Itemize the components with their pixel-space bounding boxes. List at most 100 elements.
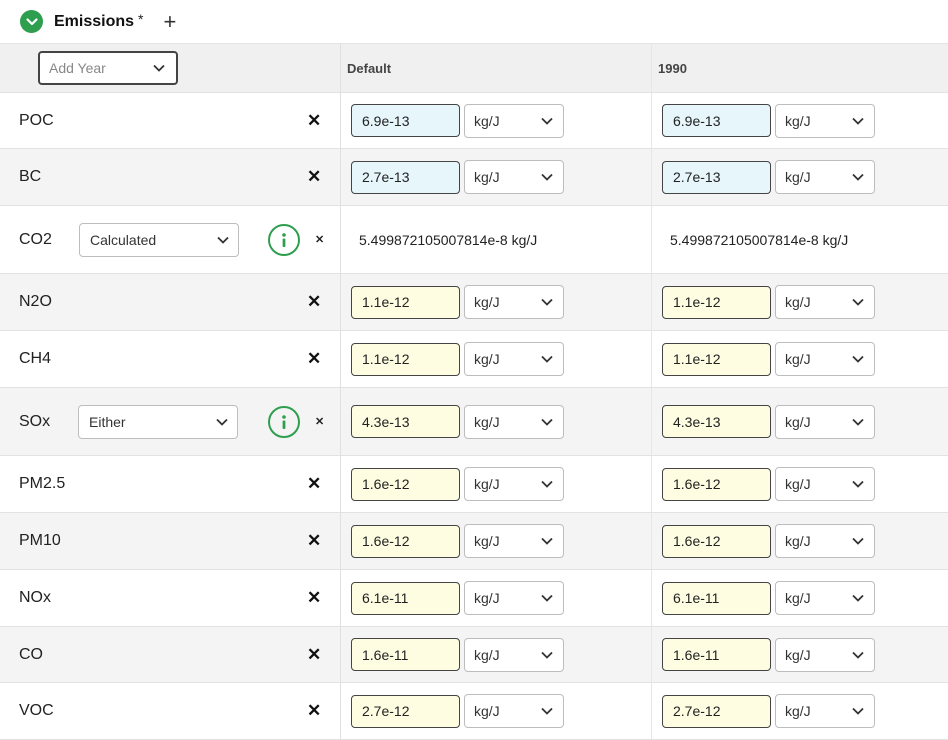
remove-nox-close-icon[interactable]: ✕ — [307, 588, 321, 608]
remove-voc-close-icon[interactable]: ✕ — [307, 701, 321, 721]
unit-select[interactable]: kg/J — [775, 467, 875, 501]
method-select-sox[interactable]: Either — [78, 404, 238, 439]
info-icon[interactable] — [268, 223, 300, 256]
value-input[interactable]: 4.3e-13 — [662, 405, 771, 438]
chevron-down-icon — [540, 479, 554, 489]
value-cell: 1.6e-12 kg/J — [341, 456, 652, 512]
unit-select[interactable]: kg/J — [775, 342, 875, 376]
chevron-down-icon — [851, 116, 865, 126]
value-input[interactable]: 2.7e-12 — [662, 694, 771, 728]
unit-select[interactable]: kg/J — [464, 404, 564, 439]
value-cell: 1.1e-12 kg/J — [341, 331, 652, 387]
unit-select[interactable]: kg/J — [775, 160, 875, 194]
remove-n2o-close-icon[interactable]: ✕ — [307, 292, 321, 312]
emission-name-cell: N2O ✕ — [0, 274, 341, 330]
value-input[interactable]: 1.6e-12 — [662, 524, 771, 558]
unit-select[interactable]: kg/J — [464, 637, 564, 672]
value-input[interactable]: 6.9e-13 — [351, 104, 460, 137]
chevron-down-icon — [851, 479, 865, 489]
value-input[interactable]: 2.7e-13 — [351, 160, 460, 194]
unit-select-value: kg/J — [474, 533, 500, 549]
unit-select[interactable]: kg/J — [464, 694, 564, 728]
value-input[interactable]: 1.1e-12 — [351, 342, 460, 376]
emission-label-co2: CO2 — [19, 230, 52, 248]
unit-select[interactable]: kg/J — [464, 160, 564, 194]
emission-name-cell: BC ✕ — [0, 149, 341, 205]
calculated-value-text: 5.499872105007814e-8 kg/J — [670, 231, 849, 248]
unit-select[interactable]: kg/J — [775, 637, 875, 672]
table-row: NOx ✕ 6.1e-11 kg/J 6.1e-11 kg/J — [0, 570, 948, 627]
unit-select[interactable]: kg/J — [464, 524, 564, 558]
value-input[interactable]: 1.6e-12 — [351, 524, 460, 558]
unit-select-value: kg/J — [474, 294, 500, 310]
value-cell: 4.3e-13 kg/J — [341, 388, 652, 455]
remove-pm25-close-icon[interactable]: ✕ — [307, 474, 321, 494]
unit-select[interactable]: kg/J — [775, 581, 875, 615]
remove-sox-close-icon[interactable]: ✕ — [315, 415, 324, 428]
add-year-select[interactable]: Add Year — [38, 51, 178, 85]
emission-label-voc: VOC — [19, 702, 54, 719]
value-input[interactable]: 1.6e-11 — [351, 638, 460, 671]
emission-label-poc: POC — [19, 111, 54, 129]
unit-select[interactable]: kg/J — [464, 467, 564, 501]
emission-label-sox: SOx — [19, 412, 51, 430]
chevron-down-icon — [540, 354, 554, 364]
value-input[interactable]: 6.1e-11 — [351, 581, 460, 615]
add-emission-button[interactable]: + — [163, 10, 176, 33]
value-input[interactable]: 1.1e-12 — [662, 342, 771, 376]
method-select-value: Calculated — [90, 231, 157, 248]
emission-name-cell: CO2 Calculated ✕ — [0, 206, 341, 273]
table-row: CO2 Calculated ✕ 5.499872105007814e-8 kg… — [0, 206, 948, 274]
value-input[interactable]: 6.9e-13 — [662, 104, 771, 137]
unit-select[interactable]: kg/J — [775, 404, 875, 439]
value-input[interactable]: 1.1e-12 — [351, 285, 460, 319]
unit-select-value: kg/J — [785, 294, 811, 310]
chevron-down-icon — [540, 417, 554, 427]
unit-select[interactable]: kg/J — [464, 285, 564, 319]
unit-select-value: kg/J — [785, 476, 811, 492]
emission-name-cell: POC ✕ — [0, 93, 341, 148]
table-row: N2O ✕ 1.1e-12 kg/J 1.1e-12 kg/J — [0, 274, 948, 331]
unit-select[interactable]: kg/J — [464, 581, 564, 615]
emission-label-pm25: PM2.5 — [19, 475, 66, 492]
value-input[interactable]: 4.3e-13 — [351, 405, 460, 438]
unit-select-value: kg/J — [785, 533, 811, 549]
unit-select[interactable]: kg/J — [775, 524, 875, 558]
unit-select[interactable]: kg/J — [775, 103, 875, 138]
remove-poc-close-icon[interactable]: ✕ — [307, 111, 321, 131]
value-input[interactable]: 2.7e-13 — [662, 160, 771, 194]
unit-select-value: kg/J — [785, 413, 811, 430]
remove-co2-close-icon[interactable]: ✕ — [315, 233, 324, 246]
value-input[interactable]: 1.6e-12 — [662, 467, 771, 501]
collapse-chevron-icon[interactable] — [20, 10, 43, 33]
unit-select[interactable]: kg/J — [775, 285, 875, 319]
unit-select-value: kg/J — [474, 590, 500, 606]
section-title: Emissions — [54, 12, 135, 30]
value-input[interactable]: 1.6e-11 — [662, 638, 771, 671]
value-input[interactable]: 1.6e-12 — [351, 467, 460, 501]
info-icon[interactable] — [268, 405, 300, 438]
unit-select-value: kg/J — [785, 351, 811, 367]
table-row: POC ✕ 6.9e-13 kg/J 6.9e-13 kg/J — [0, 93, 948, 149]
emission-name-cell: VOC ✕ — [0, 683, 341, 739]
value-cell: 2.7e-13 kg/J — [652, 149, 948, 205]
calculated-value-text: 5.499872105007814e-8 kg/J — [359, 231, 538, 248]
unit-select[interactable]: kg/J — [775, 694, 875, 728]
method-select-co2[interactable]: Calculated — [79, 222, 239, 257]
value-input[interactable]: 2.7e-12 — [351, 694, 460, 728]
chevron-down-icon — [216, 235, 230, 245]
remove-co-close-icon[interactable]: ✕ — [307, 645, 321, 665]
remove-bc-close-icon[interactable]: ✕ — [307, 167, 321, 187]
emissions-table: Add Year Default 1990 POC ✕ 6.9e-13 kg/J … — [0, 44, 948, 740]
value-cell: 1.6e-12 kg/J — [652, 513, 948, 569]
remove-ch4-close-icon[interactable]: ✕ — [307, 349, 321, 369]
value-input[interactable]: 6.1e-11 — [662, 581, 771, 615]
table-row: PM10 ✕ 1.6e-12 kg/J 1.6e-12 kg/J — [0, 513, 948, 570]
unit-select[interactable]: kg/J — [464, 103, 564, 138]
unit-select[interactable]: kg/J — [464, 342, 564, 376]
unit-select-value: kg/J — [474, 476, 500, 492]
value-input[interactable]: 1.1e-12 — [662, 285, 771, 319]
value-cell: 1.1e-12 kg/J — [652, 274, 948, 330]
unit-select-value: kg/J — [474, 703, 500, 719]
remove-pm10-close-icon[interactable]: ✕ — [307, 531, 321, 551]
